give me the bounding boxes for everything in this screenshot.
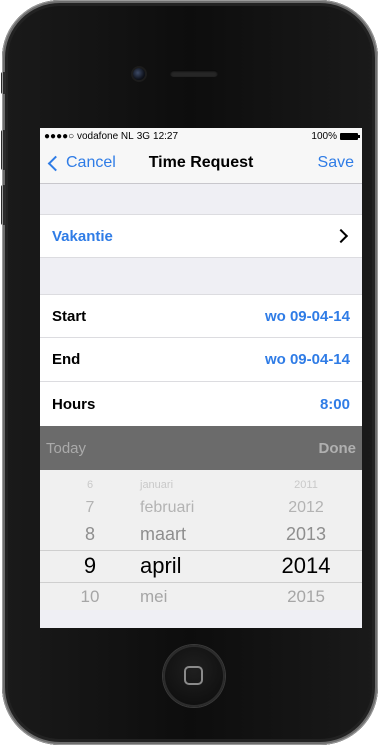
carrier-label: ●●●●○ vodafone NL <box>44 130 134 142</box>
picker-row-selected[interactable]: 9 april 2014 <box>40 552 362 580</box>
picker-month: januari <box>140 479 174 491</box>
battery-icon <box>340 132 360 140</box>
picker-toolbar: Today Done <box>40 426 362 470</box>
end-value: wo 09-04-14 <box>264 351 350 368</box>
volume-up-button <box>1 130 6 170</box>
selection-line-bottom <box>40 582 362 583</box>
page-title: Time Request <box>148 154 254 171</box>
picker-year: 2013 <box>285 523 327 544</box>
picker-year: 2015 <box>287 587 325 606</box>
earpiece-speaker <box>170 70 218 77</box>
picker-month: april <box>140 553 182 578</box>
section-spacer <box>40 258 362 294</box>
picker-day: 8 <box>84 523 95 544</box>
network-label: 3G <box>136 130 151 142</box>
picker-year: 2014 <box>281 553 331 578</box>
done-button[interactable]: Done <box>319 440 357 457</box>
front-camera <box>133 68 145 80</box>
today-button[interactable]: Today <box>46 440 86 457</box>
clock: 12:27 <box>153 130 179 142</box>
start-label: Start <box>52 307 87 325</box>
picker-row[interactable]: 7 februari 2012 <box>40 498 362 518</box>
date-picker[interactable]: 6 januari 2011 7 februari 2012 8 maart 2… <box>40 470 362 610</box>
picker-row[interactable]: 8 maart 2013 <box>40 522 362 546</box>
hours-row[interactable]: Hours 8:00 <box>40 382 362 426</box>
picker-month: februari <box>140 499 195 516</box>
save-button[interactable]: Save <box>318 154 354 172</box>
battery-percent: 100% <box>311 130 337 142</box>
mute-switch <box>1 72 6 94</box>
start-row[interactable]: Start wo 09-04-14 <box>40 294 362 338</box>
hours-label: Hours <box>52 395 96 413</box>
end-row[interactable]: End wo 09-04-14 <box>40 338 362 382</box>
end-label: End <box>52 351 81 368</box>
picker-year: 2012 <box>288 499 324 516</box>
picker-month: mei <box>140 587 168 606</box>
status-bar: ●●●●○ vodafone NL 3G 12:27 100% <box>40 128 362 144</box>
start-value: wo 09-04-14 <box>264 307 350 325</box>
picker-day: 9 <box>83 553 97 578</box>
picker-year: 2011 <box>294 479 318 491</box>
phone-screen: ●●●●○ vodafone NL 3G 12:27 100% Cancel T… <box>40 128 362 628</box>
navigation-bar: Cancel Time Request Save <box>40 144 362 184</box>
picker-row[interactable]: 6 januari 2011 <box>40 478 362 492</box>
home-button[interactable] <box>163 645 225 707</box>
selection-line-top <box>40 550 362 551</box>
iphone-body: ●●●●○ vodafone NL 3G 12:27 100% Cancel T… <box>1 0 378 745</box>
home-square-icon <box>184 666 203 685</box>
picker-day: 7 <box>85 499 95 516</box>
picker-row[interactable]: 10 mei 2015 <box>40 586 362 608</box>
type-row[interactable]: Vakantie <box>40 214 362 258</box>
picker-day: 6 <box>86 479 94 491</box>
chevron-right-icon <box>333 228 349 244</box>
type-label: Vakantie <box>52 227 113 245</box>
volume-down-button <box>1 185 6 225</box>
picker-month: maart <box>140 523 187 544</box>
picker-day: 10 <box>80 587 100 606</box>
hours-value: 8:00 <box>319 395 350 413</box>
section-spacer <box>40 184 362 214</box>
